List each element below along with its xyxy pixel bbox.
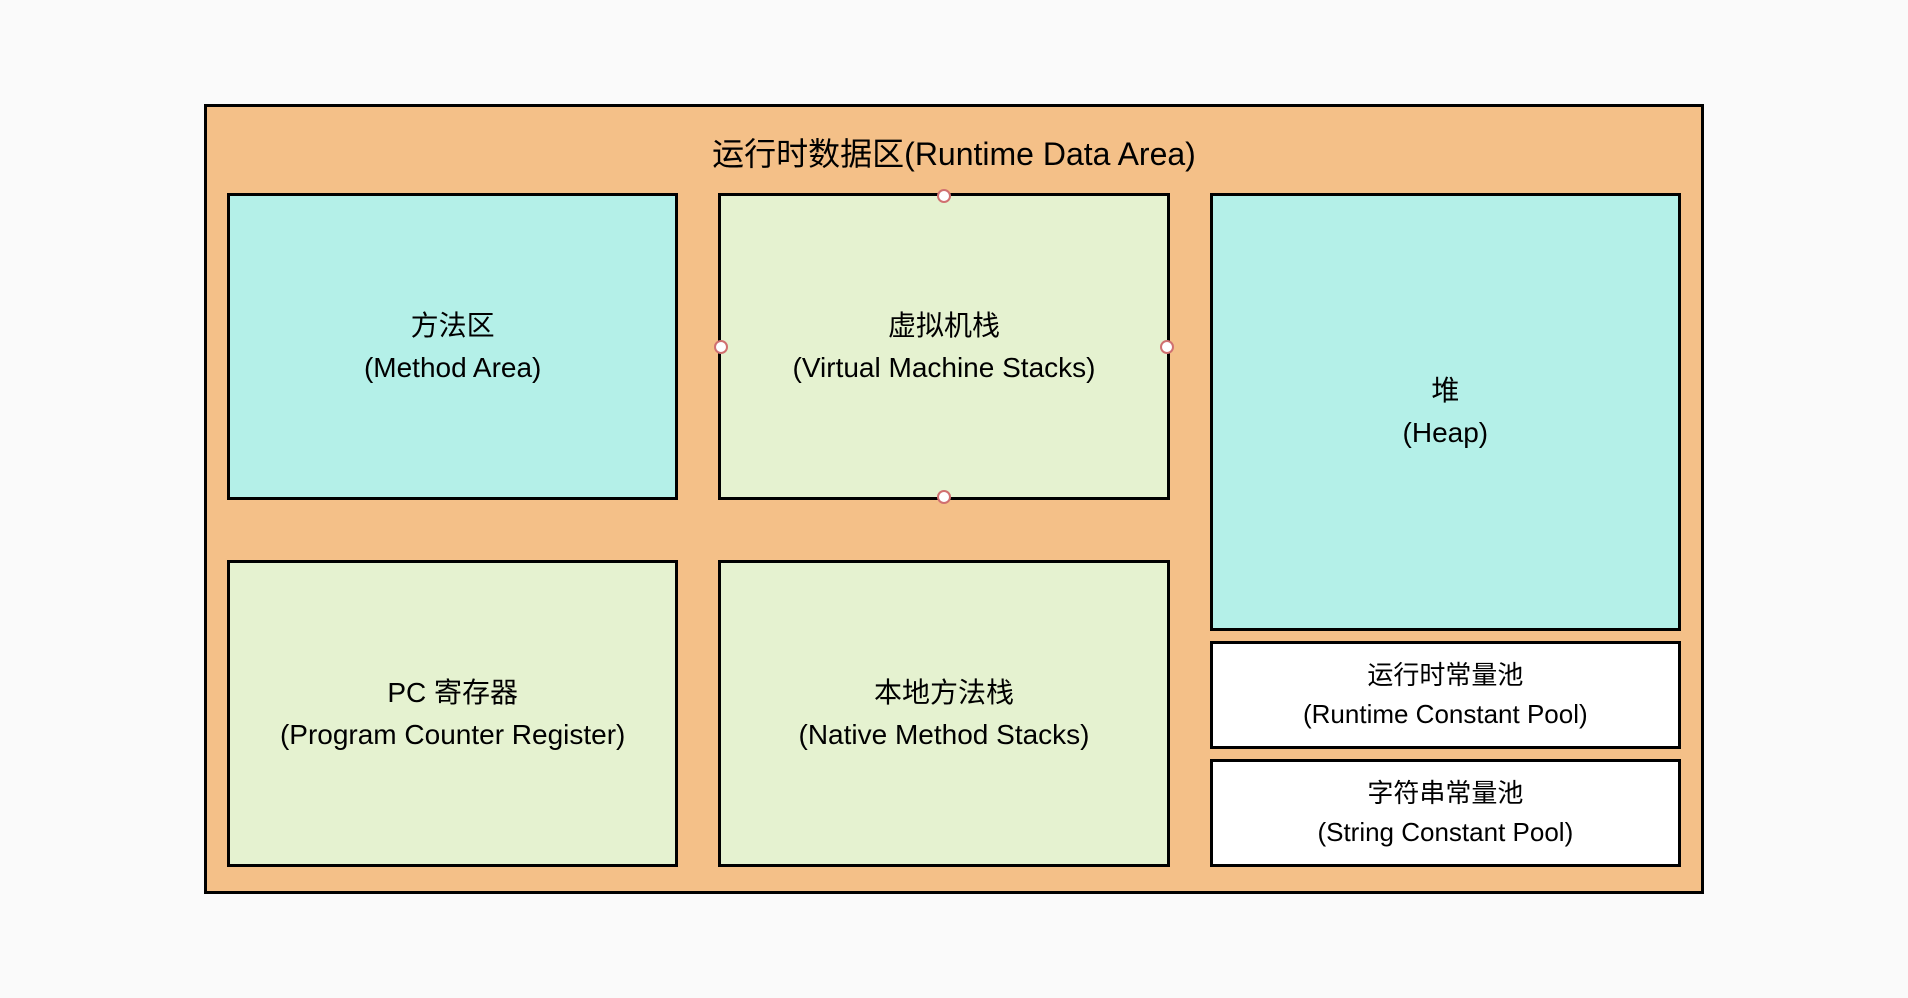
right-column: 堆 (Heap) 运行时常量池 (Runtime Constant Pool) … (1210, 193, 1681, 867)
selection-handle-top[interactable] (937, 189, 951, 203)
native-stacks-label-en: (Native Method Stacks) (799, 714, 1090, 756)
runtime-data-area-container: 运行时数据区(Runtime Data Area) 方法区 (Method Ar… (204, 104, 1704, 894)
pc-register-box: PC 寄存器 (Program Counter Register) (227, 560, 678, 867)
heap-label-cn: 堆 (1403, 370, 1489, 412)
selection-handle-bottom[interactable] (937, 490, 951, 504)
vm-stacks-box[interactable]: 虚拟机栈 (Virtual Machine Stacks) (718, 193, 1169, 500)
method-area-label-en: (Method Area) (364, 347, 541, 389)
pc-register-label-en: (Program Counter Register) (280, 714, 625, 756)
selection-handle-left[interactable] (714, 340, 728, 354)
runtime-constant-pool-label-cn: 运行时常量池 (1303, 656, 1588, 695)
string-constant-pool-label-cn: 字符串常量池 (1317, 774, 1573, 813)
native-stacks-box: 本地方法栈 (Native Method Stacks) (718, 560, 1169, 867)
string-constant-pool-box: 字符串常量池 (String Constant Pool) (1210, 759, 1681, 867)
method-area-box: 方法区 (Method Area) (227, 193, 678, 500)
vm-stacks-label-cn: 虚拟机栈 (793, 305, 1096, 347)
left-grid: 方法区 (Method Area) 虚拟机栈 (Virtual Machine … (227, 193, 1170, 867)
diagram-title: 运行时数据区(Runtime Data Area) (227, 117, 1681, 193)
string-constant-pool-label-en: (String Constant Pool) (1317, 813, 1573, 852)
pc-register-label-cn: PC 寄存器 (280, 672, 625, 714)
heap-label-en: (Heap) (1403, 412, 1489, 454)
native-stacks-label-cn: 本地方法栈 (799, 672, 1090, 714)
heap-box: 堆 (Heap) (1210, 193, 1681, 631)
runtime-constant-pool-label-en: (Runtime Constant Pool) (1303, 695, 1588, 734)
method-area-label-cn: 方法区 (364, 305, 541, 347)
selection-handle-right[interactable] (1160, 340, 1174, 354)
diagram-content: 方法区 (Method Area) 虚拟机栈 (Virtual Machine … (227, 193, 1681, 867)
vm-stacks-label-en: (Virtual Machine Stacks) (793, 347, 1096, 389)
runtime-constant-pool-box: 运行时常量池 (Runtime Constant Pool) (1210, 641, 1681, 749)
